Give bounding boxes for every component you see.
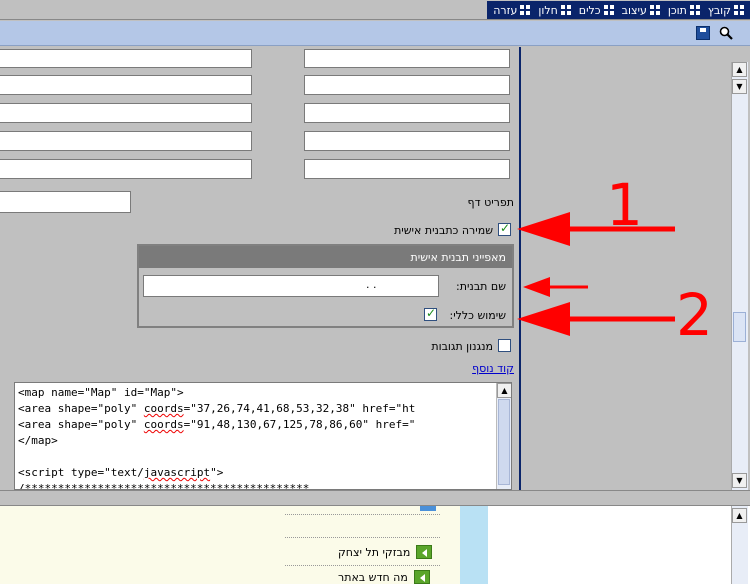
code-line: </map> [18, 434, 58, 447]
text-input[interactable] [0, 49, 252, 68]
extra-code-link-text[interactable]: קוד נוסף [472, 362, 514, 375]
scroll-down-icon[interactable]: ▼ [732, 473, 747, 488]
code-line: ="91,48,130,67,125,78,86,60" href=" [183, 418, 416, 431]
general-use-checkbox[interactable] [424, 306, 437, 321]
left-arrow-icon [413, 570, 430, 584]
side-panel [522, 47, 730, 490]
grid-icon [520, 5, 531, 15]
text-input[interactable] [304, 159, 510, 179]
menu-item-label: כלים [578, 3, 601, 17]
code-editor[interactable]: <map name="Map" id="Map"> <area shape="p… [14, 382, 512, 490]
code-text: <map name="Map" id="Map"> <area shape="p… [15, 383, 511, 490]
menu-item-content[interactable]: תוכן [664, 1, 704, 19]
menu-item-design[interactable]: עיצוב [618, 1, 664, 19]
code-line: <map name="Map" id="Map"> [18, 386, 184, 399]
code-token-spellerror: javascript [143, 466, 211, 479]
scroll-up-icon[interactable]: ▲ [732, 62, 747, 77]
menu-strip: קובץ תוכן עיצוב כלים חלון עזרה [487, 1, 750, 19]
template-name-input[interactable]: . . [143, 275, 439, 297]
separator [285, 514, 440, 515]
annotation-number-2: 2 [676, 281, 713, 349]
template-properties-header: מאפייני תבנית אישית [139, 246, 512, 268]
menu-bar: קובץ תוכן עיצוב כלים חלון עזרה [0, 0, 750, 20]
panel-divider [519, 47, 521, 490]
code-token-spellerror: coords [143, 418, 184, 431]
menu-item-help[interactable]: עזרה [489, 1, 534, 19]
scroll-thumb[interactable] [498, 399, 510, 485]
code-token-spellerror: coords [143, 402, 184, 415]
code-editor-scrollbar[interactable]: ▲ [496, 383, 511, 489]
grid-icon [560, 5, 571, 15]
text-input[interactable] [304, 49, 510, 68]
preview-nav-label: מה חדש באתר [338, 570, 408, 584]
responses-mechanism-checkbox[interactable] [498, 339, 511, 352]
separator [285, 565, 440, 566]
floppy-disk-icon[interactable] [696, 26, 710, 40]
menu-item-file[interactable]: קובץ [704, 1, 748, 19]
responses-mechanism-label: מנגנון תגובות [431, 340, 493, 353]
text-input[interactable] [0, 131, 252, 151]
code-line: "> [210, 466, 224, 479]
scroll-down-icon[interactable]: ▼ [732, 79, 747, 94]
template-name-label: שם תבנית: [456, 280, 506, 293]
code-line: /***************************************… [18, 482, 310, 490]
code-line: <area shape="poly" [18, 402, 144, 415]
separator [285, 537, 440, 538]
preview-nav-item[interactable]: מה חדש באתר [338, 570, 430, 584]
menu-item-label: חלון [538, 3, 558, 17]
page-menu-input[interactable] [0, 191, 131, 213]
code-line: ="37,26,74,41,68,53,32,38" href="ht [183, 402, 416, 415]
grid-icon [734, 5, 744, 15]
menu-item-label: קובץ [707, 3, 731, 17]
code-line: <area shape="poly" [18, 418, 144, 431]
text-input[interactable] [0, 159, 252, 179]
grid-icon [649, 5, 660, 15]
template-properties-panel: מאפייני תבנית אישית . . שם תבנית: שימוש … [137, 244, 514, 328]
menu-item-label: תוכן [667, 3, 687, 17]
grid-icon [689, 5, 700, 15]
save-personal-template-checkbox[interactable] [498, 221, 511, 236]
menu-item-label: עיצוב [621, 3, 647, 17]
template-properties-title: מאפייני תבנית אישית [410, 251, 506, 264]
text-input[interactable] [0, 103, 252, 123]
splitter-bar[interactable] [0, 490, 750, 506]
text-input[interactable] [0, 75, 252, 95]
text-input[interactable] [304, 75, 510, 95]
magnifier-icon[interactable] [718, 25, 734, 41]
scroll-up-icon[interactable]: ▲ [497, 383, 511, 398]
code-line: <script type="text/ [18, 466, 144, 479]
preview-nav-item[interactable]: מבזקי תל יצחק [338, 545, 433, 559]
menu-item-label: עזרה [493, 3, 518, 17]
grid-icon [603, 5, 614, 15]
general-use-label: שימוש כללי: [449, 309, 507, 322]
menu-item-tools[interactable]: כלים [575, 1, 618, 19]
scroll-thumb[interactable] [733, 312, 746, 342]
extra-code-link[interactable]: קוד נוסף [472, 362, 514, 375]
page-menu-label: תפריט דף [467, 196, 514, 209]
site-preview-sidebar [460, 506, 488, 584]
scroll-up-icon[interactable]: ▲ [732, 508, 747, 523]
app-window: קובץ תוכן עיצוב כלים חלון עזרה תפריט דף … [0, 0, 750, 584]
toolbar [0, 21, 750, 46]
left-arrow-icon [416, 545, 433, 559]
text-input[interactable] [304, 131, 510, 151]
menu-item-window[interactable]: חלון [534, 1, 574, 19]
preview-scrollbar[interactable]: ▲ [731, 506, 748, 584]
annotation-number-1: 1 [606, 171, 643, 239]
nav-arrow-partial [420, 506, 436, 511]
save-personal-template-label: שמירה כתבנית אישית [394, 224, 493, 237]
text-input[interactable] [304, 103, 510, 123]
main-scrollbar[interactable]: ▲ ▼ ▼ [731, 62, 748, 490]
preview-nav-label: מבזקי תל יצחק [338, 545, 411, 559]
template-name-value: . . [366, 278, 377, 291]
